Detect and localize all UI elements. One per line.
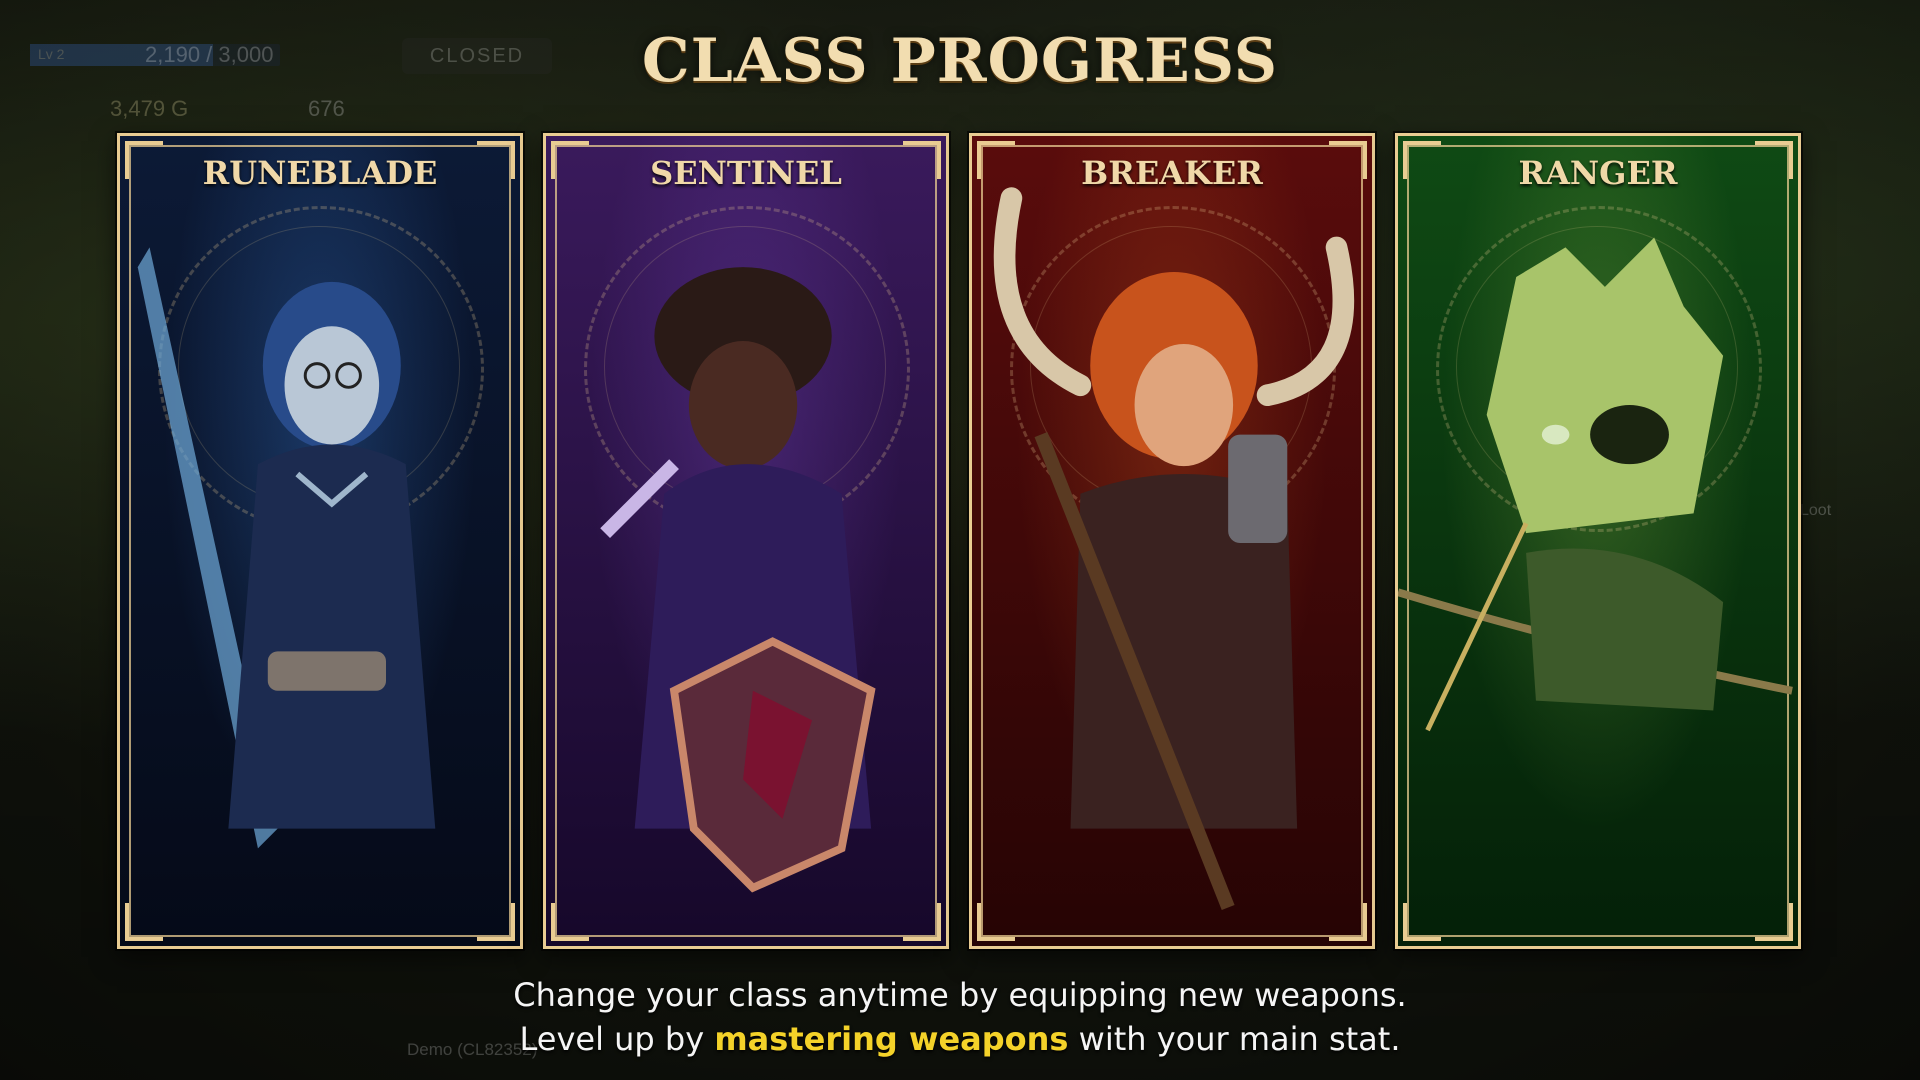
caption-highlight: mastering weapons xyxy=(714,1020,1069,1058)
caption-text: with your main stat. xyxy=(1068,1020,1401,1058)
class-name: SENTINEL xyxy=(650,154,842,192)
runeblade-portrait-icon xyxy=(137,247,436,849)
gold-counter: 3,479 G xyxy=(110,96,189,121)
sentinel-portrait-icon xyxy=(600,267,876,893)
class-card-runeblade[interactable]: RUNEBLADE xyxy=(117,133,523,949)
loot-hint: Loot xyxy=(1800,502,1832,519)
gem-counter: 676 xyxy=(308,96,345,121)
class-card-breaker[interactable]: BREAKER xyxy=(969,133,1375,949)
ranger-portrait-icon xyxy=(1398,237,1793,732)
caption-text: Level up by xyxy=(519,1020,715,1058)
class-name: RANGER xyxy=(1518,154,1678,192)
caption-line-2: Level up by mastering weapons with your … xyxy=(0,1020,1920,1058)
class-name: RUNEBLADE xyxy=(202,154,438,192)
page-title: CLASS PROGRESS xyxy=(641,26,1279,96)
caption-line-1: Change your class anytime by equipping n… xyxy=(513,976,1407,1014)
class-card-ranger[interactable]: RANGER xyxy=(1395,133,1801,949)
class-name: BREAKER xyxy=(1081,154,1263,192)
breaker-portrait-icon xyxy=(993,187,1355,911)
class-card-sentinel[interactable]: SENTINEL xyxy=(543,133,949,949)
